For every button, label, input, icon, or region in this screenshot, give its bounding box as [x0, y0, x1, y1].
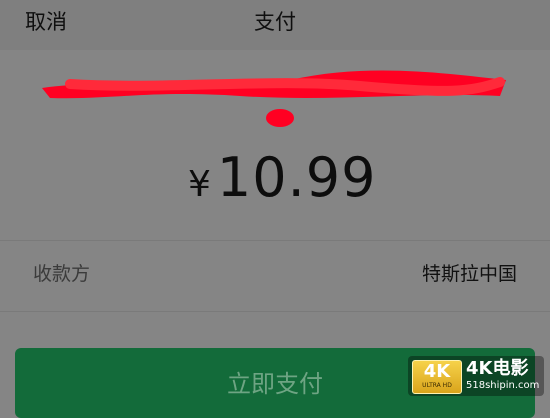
watermark-title: 4K电影	[466, 358, 529, 379]
payment-amount: ¥ 10.99	[188, 143, 377, 213]
watermark-badge-subtext: ULTRA HD	[422, 382, 452, 389]
watermark-badge-text: 4K	[423, 361, 451, 382]
currency-symbol: ¥	[188, 164, 211, 205]
watermark-url: 518shipin.com	[466, 380, 540, 391]
watermark-4k-badge: 4K ULTRA HD	[412, 360, 462, 394]
amount-value: 10.99	[216, 146, 377, 209]
header-bar: 取消 支付	[0, 0, 550, 50]
redaction-dot	[266, 109, 294, 127]
page-title: 支付	[254, 10, 296, 34]
divider-top	[0, 240, 550, 241]
divider-bottom	[0, 311, 550, 312]
payee-value: 特斯拉中国	[421, 263, 517, 285]
redacted-order-info	[42, 70, 506, 127]
watermark-logo: 4K ULTRA HD 4K电影 518shipin.com	[408, 356, 544, 396]
payee-label: 收款方	[33, 263, 91, 285]
